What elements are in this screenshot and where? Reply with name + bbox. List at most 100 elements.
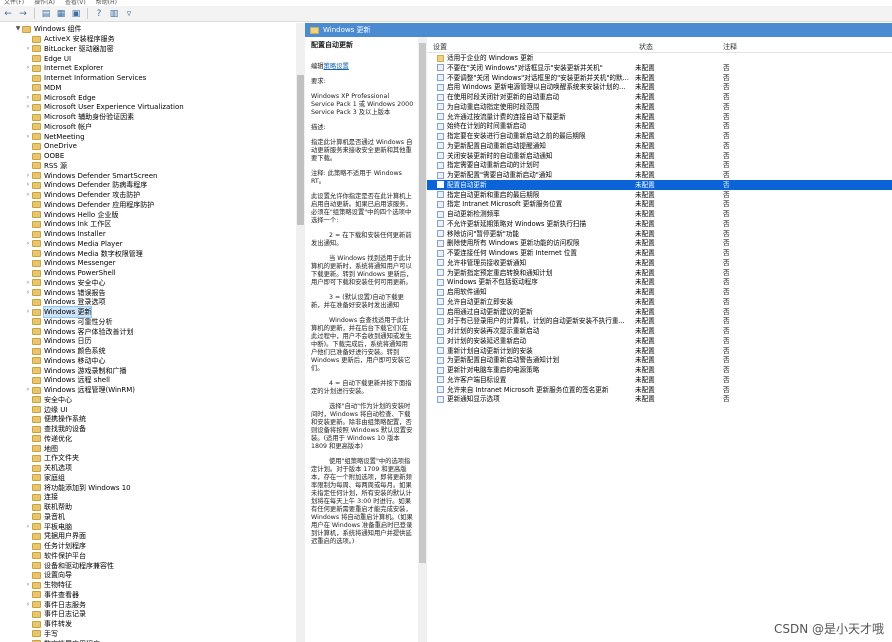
tree-item[interactable]: 传递优化	[24, 434, 72, 444]
tree-item[interactable]: Microsoft 辅助身份验证因素	[24, 112, 134, 122]
tree-item[interactable]: 查找我的设备	[24, 424, 86, 434]
chevron-right-icon[interactable]: ›	[24, 190, 32, 200]
tree-scrollbar-thumb[interactable]	[297, 75, 304, 225]
tree-item[interactable]: 关机选项	[24, 463, 72, 473]
tree-item[interactable]: MDM	[24, 83, 61, 93]
tree-item[interactable]: ActiveX 安装程序服务	[24, 34, 115, 44]
tree-item[interactable]: Windows 客户体验改善计划	[24, 327, 133, 337]
table-row[interactable]: 启用 Windows 更新电源管理以自动唤醒系统来安装计划的... 未配置 否	[427, 82, 892, 92]
table-row[interactable]: 允许自动更新立即安装 未配置 否	[427, 297, 892, 307]
chevron-right-icon[interactable]: ›	[24, 102, 32, 112]
tree-item[interactable]: 地图	[24, 444, 58, 454]
table-row[interactable]: 不要调整"关闭 Windows"对话框里的"安装更新并关机"的默... 未配置 否	[427, 73, 892, 83]
tree-item[interactable]: › Windows 安全中心	[24, 278, 106, 288]
export-list-icon[interactable]: ▣	[70, 8, 82, 20]
chevron-right-icon[interactable]: ›	[24, 44, 32, 54]
tree-item[interactable]: › NetMeeting	[24, 132, 85, 142]
table-row[interactable]: 移除访问"暂停更新"功能 未配置 否	[427, 229, 892, 239]
table-row[interactable]: 关闭安装更新时的自动重新启动通知 未配置 否	[427, 151, 892, 161]
table-row[interactable]: 删除使用所有 Windows 更新功能的访问权限 未配置 否	[427, 238, 892, 248]
description-scrollbar-thumb[interactable]	[419, 43, 426, 563]
tree-item[interactable]: 便携操作系统	[24, 414, 86, 424]
chevron-right-icon[interactable]: ›	[24, 63, 32, 73]
chevron-right-icon[interactable]: ›	[24, 171, 32, 181]
column-setting[interactable]: 设置	[433, 42, 447, 52]
table-row[interactable]: 指定 Intranet Microsoft 更新服务位置 未配置 否	[427, 199, 892, 209]
tree-item[interactable]: Windows PowerShell	[24, 268, 116, 278]
forward-arrow-icon[interactable]: →	[17, 8, 29, 20]
table-row[interactable]: 更新针对电脑车重启的电源策略 未配置 否	[427, 365, 892, 375]
table-row[interactable]: 自动更新检测频率 未配置 否	[427, 209, 892, 219]
table-row[interactable]: 指定自动更新和重启的最后期限 未配置 否	[427, 190, 892, 200]
column-comment[interactable]: 注释	[723, 42, 737, 52]
tree-item[interactable]: OOBE	[24, 151, 64, 161]
chevron-right-icon[interactable]: ›	[24, 522, 32, 532]
tree-item[interactable]: Windows Ink 工作区	[24, 219, 111, 229]
tree-item[interactable]: › Windows 远程管理(WinRM)	[24, 385, 135, 395]
tree-item[interactable]: 数字锁屏应用程序	[24, 639, 100, 642]
tree-item[interactable]: 边缘 UI	[24, 405, 67, 415]
table-row[interactable]: 启用通过自动更新建议的更新 未配置 否	[427, 307, 892, 317]
tree-item[interactable]: › Windows 错误报告	[24, 288, 106, 298]
tree-item[interactable]: › Windows Defender SmartScreen	[24, 171, 158, 181]
tree-item[interactable]: Windows 远程 shell	[24, 375, 110, 385]
chevron-right-icon[interactable]: ›	[24, 278, 32, 288]
tree-item[interactable]: Windows Hello 企业版	[24, 210, 118, 220]
show-hide-tree-icon[interactable]: ▦	[55, 8, 67, 20]
chevron-right-icon[interactable]: ›	[24, 93, 32, 103]
table-row[interactable]: 更新通知显示选项 未配置 否	[427, 394, 892, 404]
table-row[interactable]: 对计划的安装再次提示重新启动 未配置 否	[427, 326, 892, 336]
tree-item[interactable]: Windows Media 数字权限管理	[24, 249, 143, 259]
tree-item[interactable]: Internet Information Services	[24, 73, 146, 83]
table-row[interactable]: 指定要在安装进行自动重新启动之前的最后期限 未配置 否	[427, 131, 892, 141]
tree-item[interactable]: 安全中心	[24, 395, 72, 405]
table-row[interactable]: 允许非管理员接收更新通知 未配置 否	[427, 258, 892, 268]
tree-root[interactable]: ▼ Windows 组件	[14, 24, 82, 34]
chevron-right-icon[interactable]: ›	[24, 132, 32, 142]
table-row[interactable]: 不允许更新延期策略对 Windows 更新执行扫描 未配置 否	[427, 219, 892, 229]
tree-item[interactable]: Windows 登录选项	[24, 297, 105, 307]
chevron-right-icon[interactable]: ›	[24, 239, 32, 249]
table-row[interactable]: 允许通过按流量计费的连接自动下载更新 未配置 否	[427, 112, 892, 122]
chevron-right-icon[interactable]: ›	[24, 307, 32, 317]
up-folder-icon[interactable]: ▤	[40, 8, 52, 20]
table-row[interactable]: 启用软件通知 未配置 否	[427, 287, 892, 297]
tree-item[interactable]: 家庭组	[24, 473, 65, 483]
properties-icon[interactable]: ▥	[108, 8, 120, 20]
tree-item[interactable]: 手写	[24, 629, 58, 639]
table-row[interactable]: Windows 更新不包括驱动程序 未配置 否	[427, 277, 892, 287]
tree-item[interactable]: › BitLocker 驱动器加密	[24, 44, 114, 54]
tree-item[interactable]: 将功能添加到 Windows 10	[24, 483, 131, 493]
tree-item[interactable]: 事件转发	[24, 619, 72, 629]
filter-icon[interactable]: ▿	[123, 8, 135, 20]
tree-item[interactable]: Windows Defender 应用程序防护	[24, 200, 154, 210]
tree-item[interactable]: 设备和驱动程序兼容性	[24, 561, 114, 571]
table-row[interactable]: 配置自动更新 未配置 否	[427, 179, 892, 190]
table-row[interactable]: 对计划的安装延迟重新启动 未配置 否	[427, 336, 892, 346]
table-row[interactable]: 为更新配置"需要自动重新启动"通知 未配置 否	[427, 170, 892, 180]
table-row[interactable]: 对于有已登录用户的计算机，计划的自动更新安装不执行重... 未配置 否	[427, 316, 892, 326]
tree-item[interactable]: 录音机	[24, 512, 65, 522]
tree-item[interactable]: › Windows 更新	[24, 306, 93, 318]
tree-item[interactable]: › 平板电脑	[24, 522, 72, 532]
tree-item[interactable]: 连接	[24, 492, 58, 502]
tree-item[interactable]: 任务计划程序	[24, 541, 86, 551]
chevron-right-icon[interactable]: ›	[24, 288, 32, 298]
tree-item[interactable]: Windows Messenger	[24, 258, 115, 268]
tree-item[interactable]: Windows 可靠性分析	[24, 317, 112, 327]
tree-item[interactable]: 事件查看器	[24, 590, 79, 600]
tree-item[interactable]: 软件保护平台	[24, 551, 86, 561]
tree-item[interactable]: › 事件日志服务	[24, 600, 86, 610]
table-row[interactable]: 在使用时段关闭针对更新的自动重启动 未配置 否	[427, 92, 892, 102]
table-row[interactable]: 允许客户端目标设置 未配置 否	[427, 375, 892, 385]
tree-item[interactable]: › Windows Defender 攻击防护	[24, 190, 140, 200]
table-row[interactable]: 始终在计划的时间重新启动 未配置 否	[427, 121, 892, 131]
tree-item[interactable]: Windows 游戏录制和广播	[24, 366, 126, 376]
chevron-right-icon[interactable]: ›	[24, 180, 32, 190]
table-row[interactable]: 为自动重启动指定使用时段范围 未配置 否	[427, 102, 892, 112]
column-state[interactable]: 状态	[639, 42, 653, 52]
back-arrow-icon[interactable]: ←	[2, 8, 14, 20]
tree-item[interactable]: Microsoft 帐户	[24, 122, 92, 132]
table-row[interactable]: 允许来自 Intranet Microsoft 更新服务位置的签名更新 未配置 否	[427, 385, 892, 395]
tree-item[interactable]: 事件日志记录	[24, 609, 86, 619]
